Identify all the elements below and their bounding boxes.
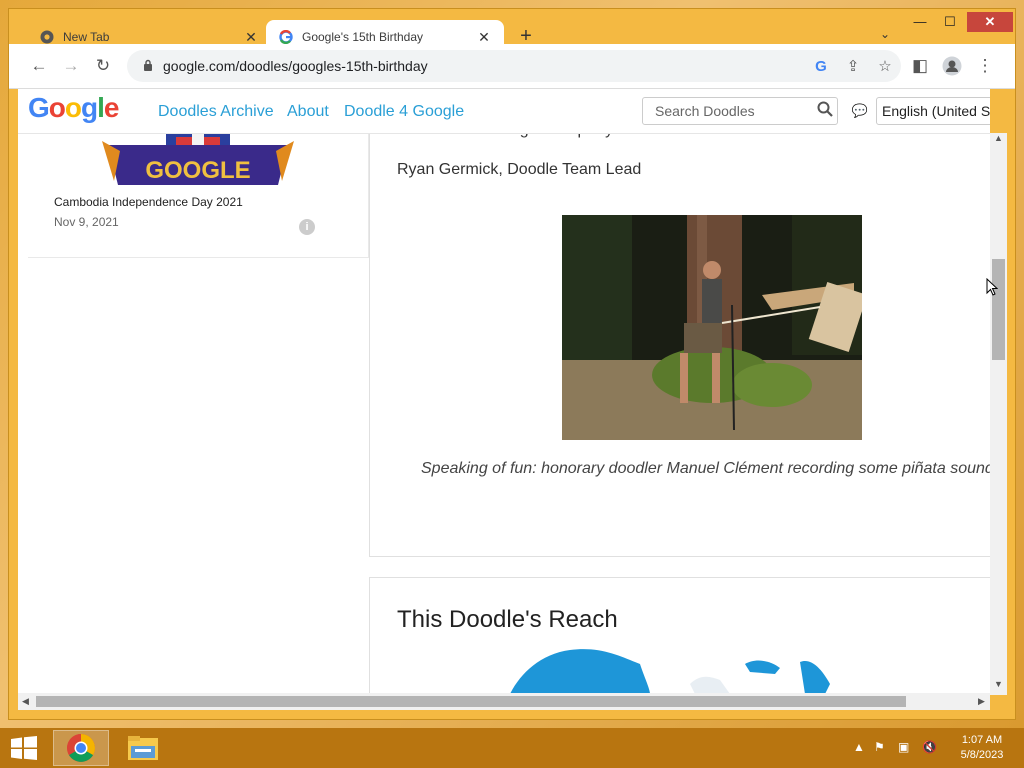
taskbar: ▲ ⚑ ▣ 🔇 1:07 AM 5/8/2023 [0, 728, 1024, 768]
chrome-icon [67, 734, 95, 762]
info-icon[interactable]: i [299, 219, 315, 235]
windows-start-icon[interactable] [10, 736, 38, 760]
scroll-left-icon[interactable]: ◀ [22, 696, 29, 707]
article-section: Thanks for coming to the party! Ryan Ger… [369, 89, 990, 557]
search-box[interactable] [642, 97, 838, 125]
minimize-button[interactable]: — [905, 12, 935, 32]
close-tab-icon[interactable]: ✕ [243, 29, 259, 45]
doodle-card-date: Nov 9, 2021 [54, 215, 119, 229]
web-page: Google Doodles Archive About Doodle 4 Go… [18, 89, 990, 693]
language-select[interactable]: English (United States) [876, 97, 990, 125]
browser-toolbar: ← → ↻ google.com/doodles/googles-15th-bi… [9, 44, 1015, 89]
nav-doodles-archive[interactable]: Doodles Archive [158, 103, 274, 121]
world-map-image [510, 649, 830, 693]
photo-caption: Speaking of fun: honorary doodler Manuel… [421, 460, 990, 477]
action-center-flag-icon[interactable]: ⚑ [874, 740, 885, 754]
network-icon[interactable]: ▣ [898, 740, 909, 754]
cambodia-doodle-image[interactable]: GOOGLE [98, 133, 298, 185]
author-text: Ryan Germick, Doodle Team Lead [397, 161, 642, 178]
pinata-recording-photo [562, 215, 862, 440]
profile-avatar-icon[interactable] [940, 54, 964, 78]
vertical-scrollbar[interactable]: ▲ ▼ [990, 133, 1007, 695]
mouse-cursor-icon [986, 278, 998, 296]
clock-time: 1:07 AM [961, 734, 1003, 746]
volume-muted-icon[interactable]: 🔇 [922, 740, 937, 754]
horizontal-scroll-thumb[interactable] [36, 696, 906, 707]
horizontal-scrollbar[interactable]: ◀ ▶ [18, 693, 990, 710]
clock-date: 5/8/2023 [960, 749, 1004, 761]
doodle-logo-text: GOOGLE [145, 157, 250, 184]
reach-title: This Doodle's Reach [397, 606, 618, 633]
feedback-icon[interactable]: 💬 [851, 103, 869, 119]
google-logo[interactable]: Google [28, 92, 119, 124]
browser-menu-button[interactable]: ⋮ [973, 54, 997, 78]
sidepanel-icon[interactable]: ◧ [908, 54, 932, 78]
search-icon[interactable] [817, 101, 833, 122]
taskbar-chrome[interactable] [53, 730, 109, 766]
doodle-reach-section: This Doodle's Reach [369, 577, 990, 693]
scroll-right-icon[interactable]: ▶ [978, 696, 985, 707]
vertical-scroll-thumb[interactable] [992, 259, 1005, 360]
google-icon [278, 29, 294, 45]
maximize-button[interactable]: ☐ [935, 12, 965, 32]
back-button[interactable]: ← [27, 54, 51, 78]
nav-about[interactable]: About [287, 103, 329, 121]
doodles-header: Google Doodles Archive About Doodle 4 Go… [18, 89, 990, 134]
doodle-card-title[interactable]: Cambodia Independence Day 2021 [54, 195, 243, 209]
close-window-button[interactable]: ✕ [967, 12, 1013, 32]
tray-show-hidden-icon[interactable]: ▲ [853, 740, 865, 754]
system-clock[interactable]: 1:07 AM 5/8/2023 [952, 733, 1012, 763]
tab-label: Google's 15th Birthday [302, 29, 424, 44]
nav-doodle-4-google[interactable]: Doodle 4 Google [344, 103, 464, 121]
address-bar[interactable]: google.com/doodles/googles-15th-birthday… [127, 50, 901, 82]
google-lens-icon[interactable]: G [805, 58, 837, 75]
close-tab-icon[interactable]: ✕ [476, 29, 492, 45]
folder-icon [128, 736, 158, 760]
scroll-down-icon[interactable]: ▼ [994, 679, 1003, 689]
taskbar-file-explorer[interactable] [115, 730, 171, 766]
share-icon[interactable]: ⇪ [837, 57, 869, 75]
url-text[interactable]: google.com/doodles/googles-15th-birthday [163, 58, 805, 74]
sidebar-doodle-card[interactable]: GOOGLE Cambodia Independence Day 2021 No… [28, 133, 369, 258]
search-input[interactable] [653, 102, 817, 120]
tab-label: New Tab [63, 29, 110, 44]
scroll-up-icon[interactable]: ▲ [994, 133, 1003, 143]
bookmark-star-icon[interactable]: ☆ [869, 57, 901, 75]
chrome-icon [39, 29, 55, 45]
lock-icon[interactable] [133, 59, 163, 74]
forward-button[interactable]: → [59, 54, 83, 78]
reload-button[interactable]: ↻ [91, 54, 115, 78]
